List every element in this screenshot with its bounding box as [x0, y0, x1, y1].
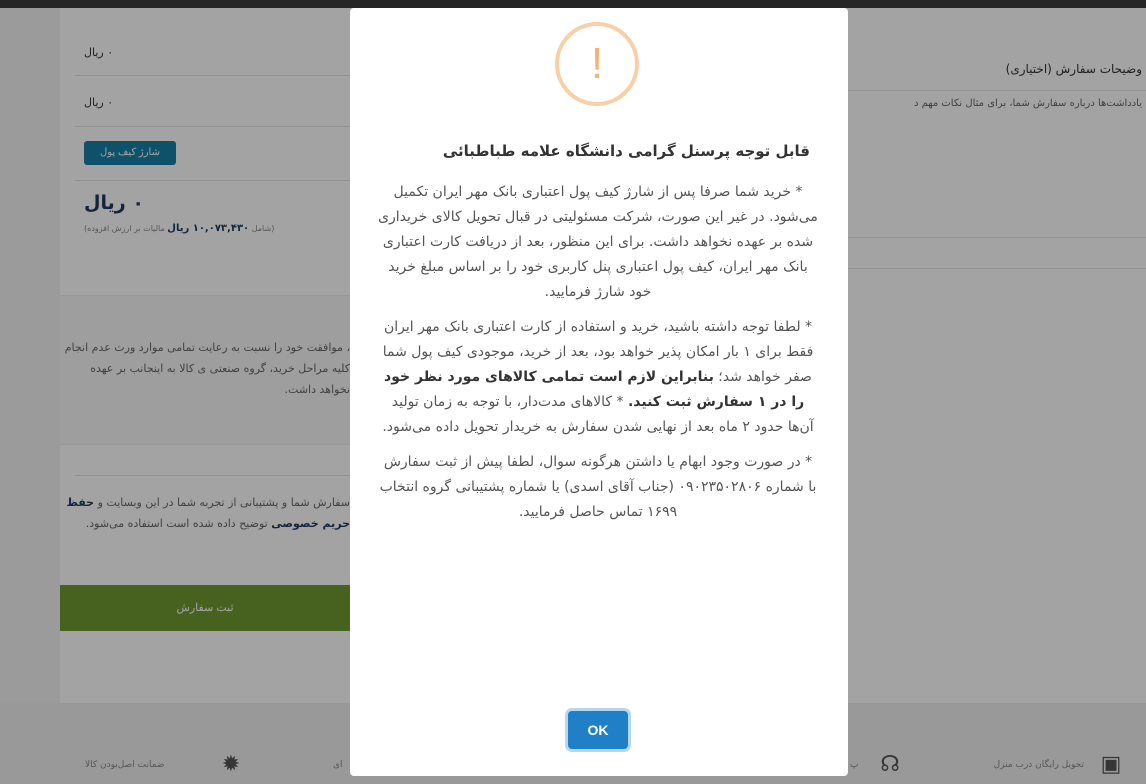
exclamation-mark: !: [590, 39, 604, 88]
notice-paragraph-1: * خرید شما صرفا پس از شارژ کیف پول اعتبا…: [378, 184, 818, 300]
warning-exclamation-icon: !: [555, 22, 639, 106]
ok-button[interactable]: OK: [568, 711, 628, 749]
notice-paragraph-2: * لطفا توجه داشته باشید، خرید و استفاده …: [382, 319, 814, 435]
dialog-body: * خرید شما صرفا پس از شارژ کیف پول اعتبا…: [378, 180, 818, 535]
notice-paragraph-3: * در صورت وجود ابهام یا داشتن هرگونه سوا…: [379, 454, 817, 520]
dialog-title: قابل توجه پرسنل گرامی دانشگاه علامه طباط…: [442, 142, 810, 160]
